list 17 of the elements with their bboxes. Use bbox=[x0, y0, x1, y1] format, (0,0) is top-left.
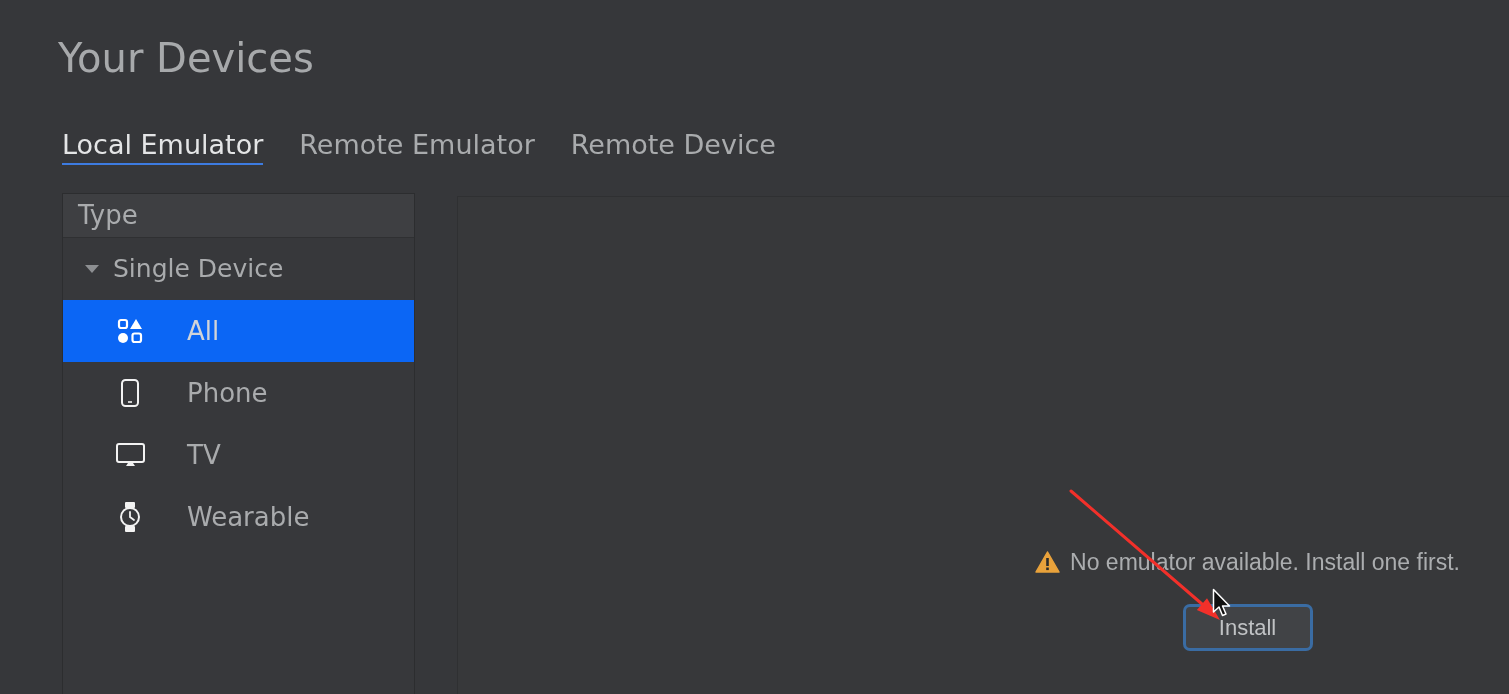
tab[interactable]: Local Emulator bbox=[62, 128, 264, 165]
monitor-icon bbox=[115, 443, 145, 467]
tree-group-row[interactable]: Single Device bbox=[63, 238, 414, 300]
sidebar-item[interactable]: Phone bbox=[63, 362, 414, 424]
tab[interactable]: Remote Emulator bbox=[299, 128, 535, 165]
column-header: Type bbox=[63, 194, 414, 238]
tab[interactable]: Remote Device bbox=[570, 128, 776, 165]
watch-icon bbox=[119, 502, 141, 532]
sidebar-item[interactable]: Wearable bbox=[63, 486, 414, 548]
mouse-pointer-icon bbox=[1212, 588, 1231, 618]
phone-icon bbox=[121, 379, 139, 407]
warning-icon bbox=[1035, 551, 1061, 574]
page-title: Your Devices bbox=[58, 34, 314, 83]
shapes-icon bbox=[117, 318, 143, 344]
sidebar-item[interactable]: TV bbox=[63, 424, 414, 486]
install-button[interactable]: Install bbox=[1182, 603, 1313, 651]
sidebar-item[interactable]: All bbox=[63, 300, 414, 362]
